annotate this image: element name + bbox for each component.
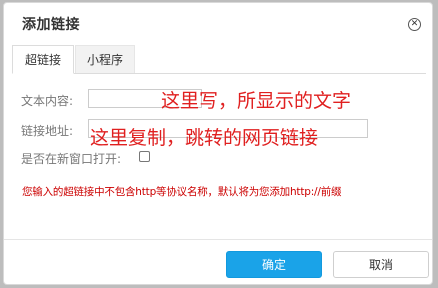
close-icon[interactable]: ✕ — [408, 18, 421, 31]
new-window-label: 是否在新窗口打开: — [21, 152, 122, 166]
add-link-dialog: 添加链接 ✕ 超链接 小程序 文本内容: 链接地址: 这里写，所显示的文字 这里… — [3, 2, 433, 285]
footer-divider — [4, 239, 432, 240]
tab-mini-program[interactable]: 小程序 — [75, 45, 135, 74]
protocol-hint: 您输入的超链接中不包含http等协议名称，默认将为您添加http://前缀 — [22, 186, 342, 198]
text-content-input[interactable] — [88, 89, 202, 108]
ok-button[interactable]: 确定 — [226, 251, 322, 278]
tab-hyperlink[interactable]: 超链接 — [12, 45, 74, 74]
dialog-title: 添加链接 — [22, 17, 80, 33]
cancel-button[interactable]: 取消 — [333, 251, 429, 278]
tab-divider — [12, 73, 426, 74]
text-content-label: 文本内容: — [21, 94, 74, 108]
link-address-input[interactable] — [88, 119, 368, 138]
link-address-label: 链接地址: — [21, 124, 74, 138]
new-window-checkbox[interactable] — [139, 151, 150, 162]
